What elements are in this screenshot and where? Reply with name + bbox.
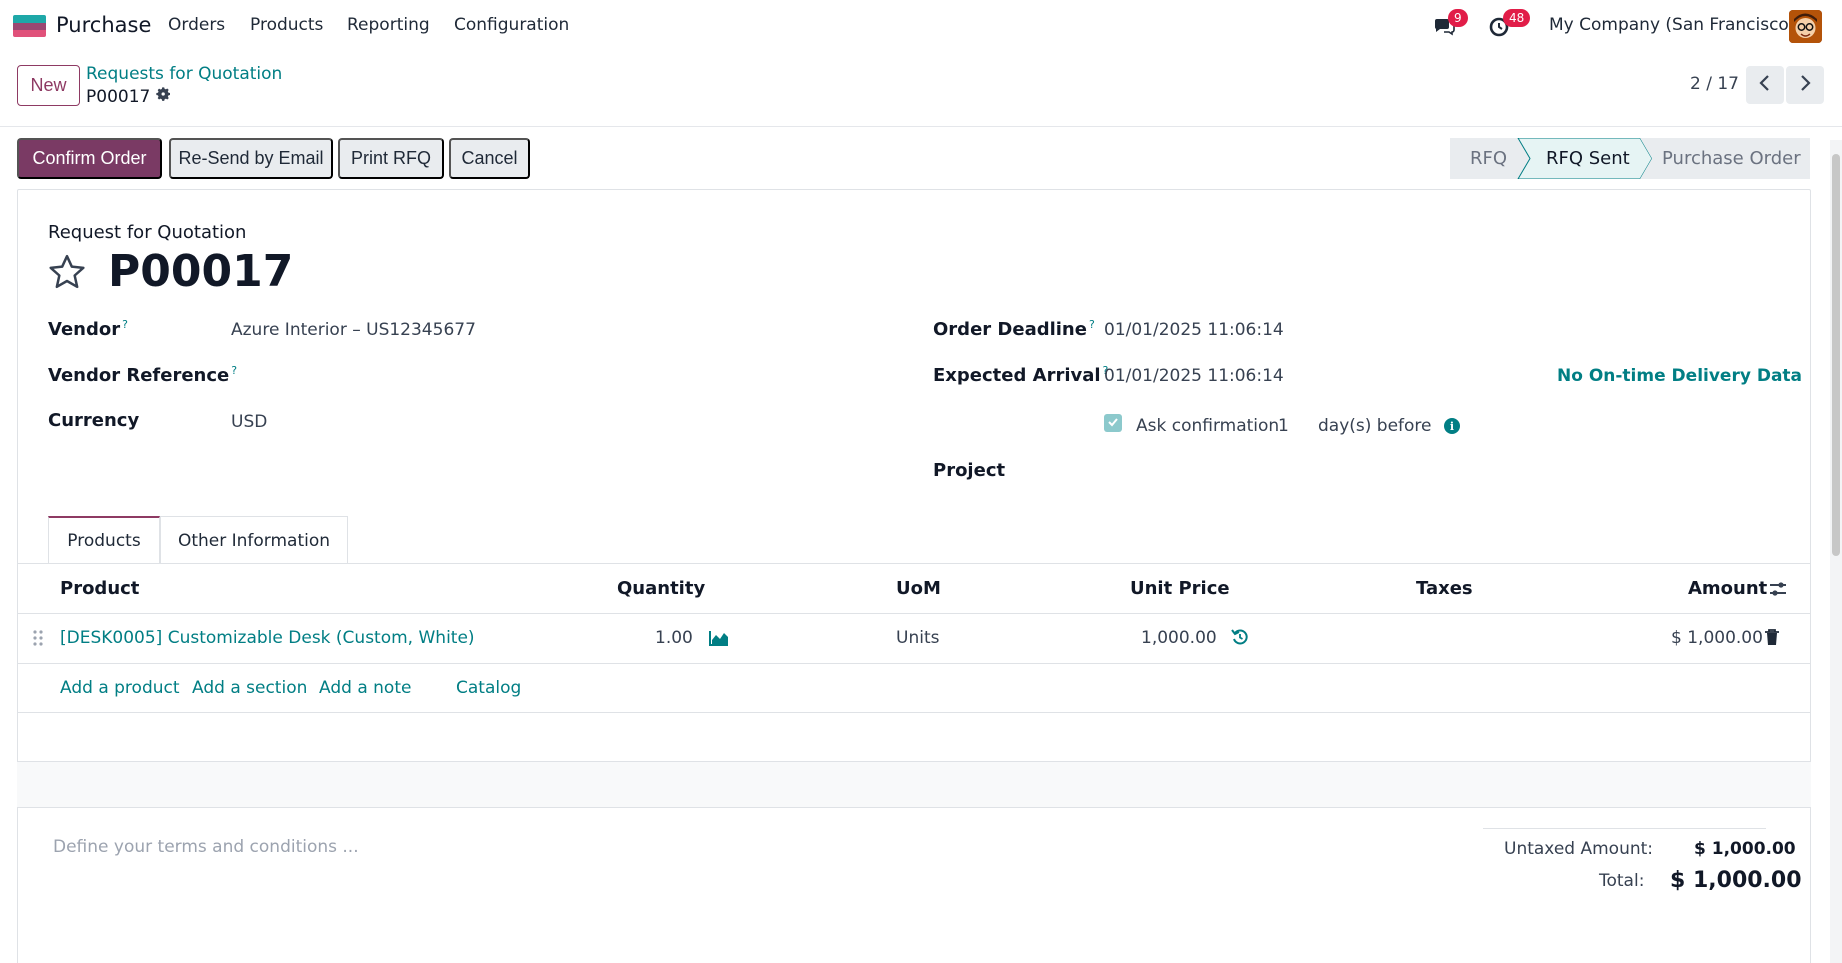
ask-confirmation-label: Ask confirmation [1136, 416, 1280, 436]
line-amount: $ 1,000.00 [1671, 628, 1763, 648]
table-header-line [17, 613, 1811, 614]
project-field[interactable] [1104, 462, 1704, 484]
table-bottom-line [17, 807, 1811, 808]
expected-arrival-label: Expected Arrival? [933, 364, 1109, 386]
menu-configuration[interactable]: Configuration [454, 15, 569, 35]
days-before-label: day(s) before [1318, 416, 1432, 436]
currency-label: Currency [48, 410, 140, 431]
divider [0, 126, 1842, 127]
table-empty-row [17, 762, 1811, 808]
tabs-divider [17, 563, 1811, 564]
order-deadline-label: Order Deadline? [933, 318, 1095, 340]
top-navbar: Purchase Orders Products Reporting Confi… [0, 0, 1842, 52]
form-subtitle: Request for Quotation [48, 222, 247, 243]
app-logo-icon[interactable] [13, 15, 46, 37]
status-rfq-sent[interactable]: RFQ Sent [1546, 138, 1630, 179]
cancel-button[interactable]: Cancel [449, 138, 530, 179]
status-rfq[interactable]: RFQ [1470, 138, 1507, 179]
new-button[interactable]: New [17, 65, 80, 106]
print-rfq-button[interactable]: Print RFQ [338, 138, 444, 179]
scrollbar-thumb[interactable] [1832, 154, 1840, 556]
status-purchase-order[interactable]: Purchase Order [1662, 138, 1801, 179]
terms-conditions-field[interactable]: Define your terms and conditions ... [53, 837, 359, 857]
add-section-link[interactable]: Add a section [192, 678, 307, 698]
add-product-link[interactable]: Add a product [60, 678, 180, 698]
ontime-delivery-link[interactable]: No On-time Delivery Data [1557, 366, 1802, 386]
vendor-reference-field[interactable] [231, 366, 831, 388]
pager-previous-button[interactable] [1746, 66, 1784, 104]
column-uom[interactable]: UoM [896, 578, 941, 599]
column-amount[interactable]: Amount [1688, 578, 1767, 599]
info-icon[interactable]: i [1444, 418, 1460, 434]
form-title: P00017 [108, 246, 294, 297]
priority-star-icon[interactable] [47, 252, 87, 292]
order-deadline-field[interactable]: 01/01/2025 11:06:14 [1104, 320, 1284, 340]
status-bar: RFQ RFQ Sent Purchase Order [1450, 138, 1810, 179]
confirm-order-button[interactable]: Confirm Order [17, 138, 162, 179]
total-label: Total: [1599, 871, 1645, 891]
column-unit-price[interactable]: Unit Price [1130, 578, 1230, 599]
column-quantity[interactable]: Quantity [617, 578, 705, 599]
chevron-right-icon [1798, 74, 1812, 97]
tab-products[interactable]: Products [48, 516, 160, 564]
breadcrumb-current: P00017 [86, 86, 172, 107]
app-name[interactable]: Purchase [56, 13, 151, 37]
table-row-line [17, 663, 1811, 664]
untaxed-amount-label: Untaxed Amount: [1504, 839, 1654, 859]
pager-next-button[interactable] [1786, 66, 1824, 104]
line-unit-price[interactable]: 1,000.00 [1141, 628, 1217, 648]
reset-price-icon[interactable] [1231, 628, 1249, 651]
vendor-field[interactable]: Azure Interior – US12345677 [231, 320, 476, 340]
vendor-label: Vendor? [48, 318, 128, 340]
check-icon [1107, 413, 1119, 433]
company-switcher[interactable]: My Company (San Francisco) [1549, 15, 1795, 35]
line-quantity[interactable]: 1.00 [655, 628, 693, 648]
pager-value[interactable]: 2 / 17 [1690, 74, 1739, 94]
messages-badge: 9 [1448, 9, 1468, 27]
project-label: Project [933, 460, 1006, 481]
vendor-reference-label: Vendor Reference? [48, 364, 238, 386]
line-product[interactable]: [DESK0005] Customizable Desk (Custom, Wh… [60, 628, 475, 648]
tab-other-information[interactable]: Other Information [160, 516, 348, 564]
add-note-link[interactable]: Add a note [319, 678, 411, 698]
chevron-left-icon [1758, 74, 1772, 97]
table-add-line [17, 712, 1811, 713]
totals-divider [1483, 828, 1766, 829]
expected-arrival-field[interactable]: 01/01/2025 11:06:14 [1104, 366, 1284, 386]
column-taxes[interactable]: Taxes [1416, 578, 1473, 599]
untaxed-amount-value: $ 1,000.00 [1694, 839, 1796, 859]
menu-products[interactable]: Products [250, 15, 323, 35]
user-avatar[interactable] [1789, 10, 1822, 43]
column-settings-icon[interactable] [1768, 580, 1788, 603]
ask-confirmation-days-input[interactable]: 1 [1278, 416, 1289, 436]
breadcrumb-rfq[interactable]: Requests for Quotation [86, 64, 282, 84]
resend-email-button[interactable]: Re-Send by Email [169, 138, 333, 179]
menu-reporting[interactable]: Reporting [347, 15, 430, 35]
currency-field[interactable]: USD [231, 412, 267, 432]
catalog-link[interactable]: Catalog [456, 678, 521, 698]
total-value: $ 1,000.00 [1670, 868, 1802, 893]
line-uom[interactable]: Units [896, 628, 939, 648]
gear-icon[interactable] [156, 86, 172, 107]
scrollbar[interactable] [1830, 140, 1842, 963]
column-product[interactable]: Product [60, 578, 139, 599]
activities-badge: 48 [1503, 9, 1531, 27]
forecast-chart-icon[interactable] [709, 629, 729, 652]
drag-handle-icon[interactable] [32, 629, 44, 652]
delete-line-icon[interactable] [1764, 628, 1780, 651]
menu-orders[interactable]: Orders [168, 15, 225, 35]
ask-confirmation-checkbox[interactable] [1104, 414, 1122, 432]
record-name: P00017 [86, 86, 151, 107]
